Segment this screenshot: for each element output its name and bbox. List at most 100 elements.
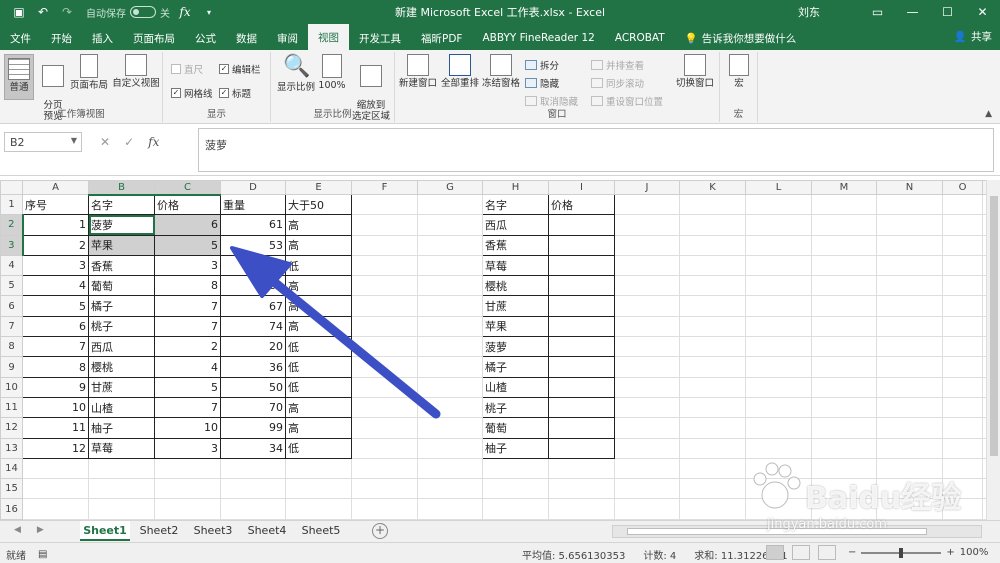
autosave-toggle[interactable]: 自动保存 关: [86, 5, 170, 20]
cell[interactable]: [811, 356, 877, 378]
cell[interactable]: 67: [220, 295, 286, 317]
cell[interactable]: [679, 193, 746, 216]
cell[interactable]: 名字: [88, 193, 155, 216]
cell[interactable]: 山楂: [88, 396, 155, 419]
cell[interactable]: [679, 417, 746, 439]
column-header[interactable]: G: [417, 180, 483, 195]
cell[interactable]: [614, 193, 680, 216]
cell[interactable]: [614, 295, 680, 317]
cell[interactable]: [417, 234, 483, 256]
cell[interactable]: [548, 417, 615, 439]
cell[interactable]: [154, 478, 221, 500]
cell[interactable]: 5: [154, 234, 221, 256]
cell[interactable]: [942, 214, 983, 236]
cell[interactable]: [22, 498, 89, 520]
cell[interactable]: [745, 396, 812, 419]
cell[interactable]: [482, 498, 549, 520]
column-header[interactable]: F: [351, 180, 418, 195]
cell[interactable]: 大于50: [285, 193, 352, 216]
cell[interactable]: 苹果: [482, 315, 549, 338]
customize-qat-icon[interactable]: ▾: [200, 3, 218, 21]
cell[interactable]: 桃子: [88, 315, 155, 338]
cell[interactable]: [417, 437, 483, 459]
cell[interactable]: [876, 275, 943, 297]
cell[interactable]: 菠萝: [88, 214, 155, 236]
cell[interactable]: [614, 376, 680, 398]
cell[interactable]: 葡萄: [482, 417, 549, 439]
row-header[interactable]: 6: [0, 295, 23, 317]
cell[interactable]: 20: [220, 336, 286, 358]
cell[interactable]: 28: [220, 254, 286, 277]
formula-input[interactable]: 菠萝: [198, 128, 994, 172]
tab-page-layout[interactable]: 页面布局: [123, 26, 185, 50]
column-header[interactable]: N: [876, 180, 943, 195]
cell[interactable]: [679, 214, 746, 236]
cell[interactable]: [220, 498, 286, 520]
custom-views-button[interactable]: 自定义视图: [110, 54, 162, 89]
cell[interactable]: 10: [22, 396, 89, 419]
column-header[interactable]: C: [154, 180, 221, 196]
zoom-100-button[interactable]: 100%: [317, 54, 347, 91]
zoom-slider[interactable]: [861, 547, 942, 558]
cell[interactable]: [942, 295, 983, 317]
cell[interactable]: [614, 457, 680, 480]
cell[interactable]: [548, 254, 615, 277]
tab-review[interactable]: 审阅: [267, 26, 308, 50]
cell[interactable]: [876, 417, 943, 439]
cell[interactable]: [811, 315, 877, 338]
cell[interactable]: [614, 396, 680, 419]
cell[interactable]: 7: [22, 336, 89, 358]
row-header[interactable]: 5: [0, 275, 23, 297]
cell[interactable]: [417, 295, 483, 317]
cell[interactable]: [351, 396, 418, 419]
cell[interactable]: 高: [285, 396, 352, 419]
cell[interactable]: 香蕉: [482, 234, 549, 256]
add-sheet-icon[interactable]: +: [372, 523, 388, 539]
cell[interactable]: [745, 356, 812, 378]
cell[interactable]: 3: [154, 254, 221, 277]
cell[interactable]: [614, 315, 680, 338]
cell[interactable]: 74: [220, 315, 286, 338]
cell[interactable]: 7: [154, 295, 221, 317]
cell[interactable]: [679, 498, 746, 520]
cell[interactable]: 重量: [220, 193, 286, 216]
cell[interactable]: 西瓜: [88, 336, 155, 358]
cell[interactable]: 高: [285, 295, 352, 317]
cell[interactable]: [811, 193, 877, 216]
cell[interactable]: 高: [285, 315, 352, 338]
row-header[interactable]: 13: [0, 437, 23, 459]
cell[interactable]: 低: [285, 437, 352, 459]
cell[interactable]: [220, 457, 286, 480]
tab-file[interactable]: 文件: [0, 26, 41, 50]
row-header[interactable]: 14: [0, 457, 23, 480]
cell[interactable]: [548, 336, 615, 358]
column-header[interactable]: J: [614, 180, 680, 195]
cell[interactable]: 50: [220, 376, 286, 398]
cell[interactable]: [417, 498, 483, 520]
cell[interactable]: 价格: [154, 193, 221, 216]
share-button[interactable]: 👤 共享: [954, 29, 992, 44]
cell[interactable]: 低: [285, 356, 352, 378]
cell[interactable]: [614, 417, 680, 439]
cell[interactable]: [548, 376, 615, 398]
cell[interactable]: [745, 214, 812, 236]
row-header[interactable]: 4: [0, 254, 23, 277]
cell[interactable]: [811, 417, 877, 439]
cell[interactable]: [876, 315, 943, 338]
cell[interactable]: [679, 275, 746, 297]
cell[interactable]: [614, 336, 680, 358]
cell[interactable]: 橘子: [88, 295, 155, 317]
cell[interactable]: [22, 478, 89, 500]
cell[interactable]: [88, 457, 155, 480]
cell[interactable]: 低: [285, 376, 352, 398]
cell[interactable]: [942, 376, 983, 398]
cell[interactable]: 价格: [548, 193, 615, 216]
cell[interactable]: 西瓜: [482, 214, 549, 236]
cell[interactable]: [811, 295, 877, 317]
cell[interactable]: [154, 457, 221, 480]
cell[interactable]: [417, 396, 483, 419]
split-button[interactable]: 拆分: [525, 58, 559, 72]
cell[interactable]: [417, 254, 483, 277]
cell[interactable]: [745, 275, 812, 297]
cell[interactable]: [745, 295, 812, 317]
